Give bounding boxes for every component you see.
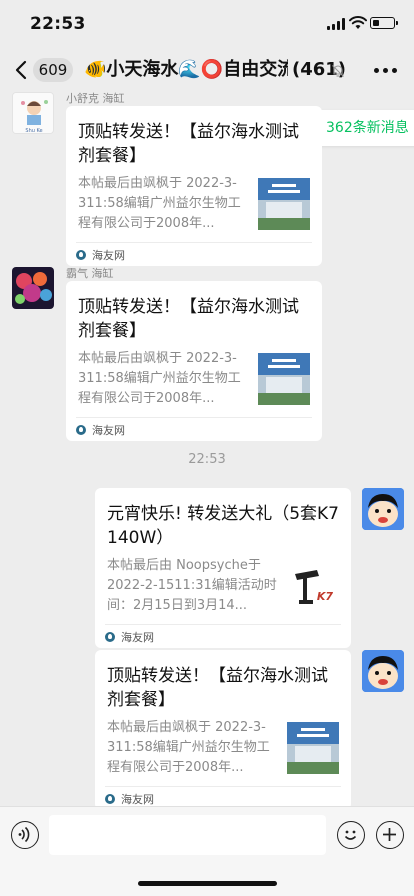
source-logo-icon (76, 249, 86, 260)
cellular-signal-icon (327, 18, 345, 30)
emoji-icon[interactable] (337, 821, 365, 849)
sender-name: 霸气 海缸 (66, 267, 114, 280)
link-card[interactable]: 顶贴转发送！【益尔海水测试剂套餐】 本帖最后由飒枫于 2022-3-311:58… (95, 650, 351, 810)
home-indicator (138, 881, 277, 886)
svg-text:Shu Ke: Shu Ke (25, 128, 42, 134)
card-title: 顶贴转发送！【益尔海水测试剂套餐】 (78, 297, 299, 341)
avatar[interactable]: Shu Ke (12, 92, 54, 134)
link-card[interactable]: 顶贴转发送！【益尔海水测试剂套餐】 本帖最后由飒枫于 2022-3-311:58… (66, 106, 322, 266)
chevron-left-icon[interactable] (12, 58, 32, 82)
card-title: 元宵快乐! 转发送大礼（5套K7 140W） (107, 504, 339, 548)
card-thumbnail: K7 (287, 560, 339, 612)
bell-off-icon (332, 65, 344, 77)
card-footer: 海友网 (76, 242, 312, 266)
card-description: 本帖最后由飒枫于 2022-3-311:58编辑广州益尔生物工程有限公司于200… (107, 720, 270, 775)
voice-icon[interactable] (11, 821, 39, 849)
source-logo-icon (76, 424, 86, 435)
nav-bar: 609 🐠小天海水🌊⭕自由交流群 (461) (0, 48, 414, 92)
source-logo-icon (105, 793, 115, 804)
battery-icon (370, 17, 398, 29)
card-title: 顶贴转发送！【益尔海水测试剂套餐】 (107, 666, 328, 710)
message-input[interactable] (49, 815, 326, 855)
card-source: 海友网 (121, 630, 154, 644)
avatar[interactable] (12, 267, 54, 309)
card-source: 海友网 (121, 792, 154, 806)
card-body: 本帖最后由飒枫于 2022-3-311:58编辑广州益尔生物工程有限公司于200… (107, 718, 339, 786)
status-bar: 22:53 (0, 0, 414, 48)
card-description: 本帖最后由 Noopsyche于2022-2-1511:31编辑活动时间：2月1… (107, 558, 277, 613)
card-body: 本帖最后由 Noopsyche于2022-2-1511:31编辑活动时间：2月1… (107, 556, 339, 624)
more-dots-icon[interactable] (374, 68, 398, 74)
sender-name: 小舒克 海缸 (66, 92, 125, 105)
card-source: 海友网 (92, 248, 125, 262)
cartoon-avatar-icon (362, 650, 404, 692)
avatar[interactable] (362, 650, 404, 692)
time-divider: 22:53 (188, 452, 226, 467)
card-thumbnail (287, 722, 339, 774)
card-footer: 海友网 (76, 417, 312, 441)
new-messages-label: 362条新消息 (326, 120, 409, 136)
battery-level (372, 19, 380, 26)
card-thumbnail (258, 178, 310, 230)
svg-text:K7: K7 (317, 590, 334, 603)
link-card[interactable]: 顶贴转发送！【益尔海水测试剂套餐】 本帖最后由飒枫于 2022-3-311:58… (66, 281, 322, 441)
card-body: 本帖最后由飒枫于 2022-3-311:58编辑广州益尔生物工程有限公司于200… (78, 349, 310, 417)
card-footer: 海友网 (105, 624, 341, 648)
unread-count-badge[interactable]: 609 (33, 58, 73, 82)
coral-avatar-icon (12, 267, 54, 309)
cartoon-avatar-icon: Shu Ke (13, 93, 53, 134)
card-body: 本帖最后由飒枫于 2022-3-311:58编辑广州益尔生物工程有限公司于200… (78, 174, 310, 242)
card-thumbnail (258, 353, 310, 405)
status-time: 22:53 (30, 14, 86, 34)
link-card[interactable]: 元宵快乐! 转发送大礼（5套K7 140W） 本帖最后由 Noopsyche于2… (95, 488, 351, 648)
wifi-icon (349, 16, 367, 29)
avatar[interactable] (362, 488, 404, 530)
card-title: 顶贴转发送！【益尔海水测试剂套餐】 (78, 122, 299, 166)
card-description: 本帖最后由飒枫于 2022-3-311:58编辑广州益尔生物工程有限公司于200… (78, 176, 241, 231)
card-description: 本帖最后由飒枫于 2022-3-311:58编辑广州益尔生物工程有限公司于200… (78, 351, 241, 406)
plus-icon[interactable] (376, 821, 404, 849)
source-logo-icon (105, 631, 115, 642)
card-source: 海友网 (92, 423, 125, 437)
cartoon-avatar-icon (362, 488, 404, 530)
